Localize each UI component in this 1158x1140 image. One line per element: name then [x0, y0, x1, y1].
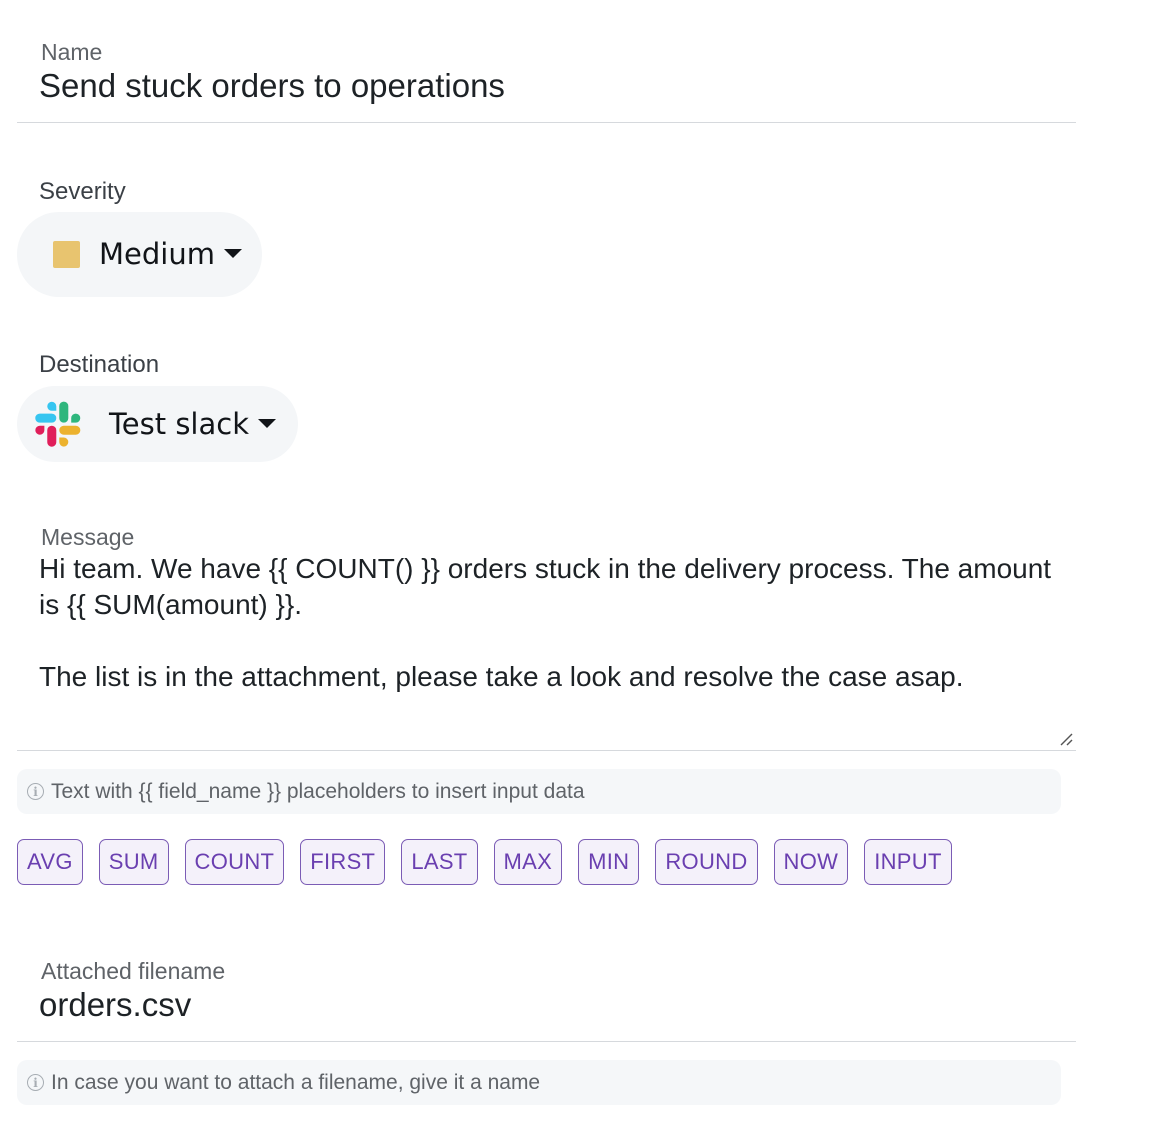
function-chip-count[interactable]: COUNT: [184, 839, 285, 885]
name-underline: [17, 122, 1076, 123]
attachment-label: Attached filename: [41, 958, 226, 984]
chevron-down-icon: [223, 249, 242, 258]
message-textarea[interactable]: Hi team. We have {{ COUNT() }} orders st…: [39, 551, 1059, 695]
attachment-hint-text: In case you want to attach a filename, g…: [51, 1070, 541, 1094]
severity-selected-label: Medium: [99, 237, 215, 271]
severity-dropdown[interactable]: Medium: [17, 212, 262, 297]
attachment-input[interactable]: orders.csv: [39, 988, 191, 1021]
info-icon: i: [27, 783, 44, 800]
message-hint: i Text with {{ field_name }} placeholder…: [17, 769, 1061, 814]
function-chip-avg[interactable]: AVG: [17, 839, 83, 885]
function-chip-list: AVG SUM COUNT FIRST LAST MAX MIN ROUND N…: [17, 839, 952, 885]
message-label: Message: [41, 524, 135, 550]
function-chip-round[interactable]: ROUND: [655, 839, 758, 885]
slack-icon: [35, 401, 81, 447]
function-chip-now[interactable]: NOW: [773, 839, 849, 885]
destination-selected-label: Test slack: [109, 406, 250, 441]
attachment-hint: i In case you want to attach a filename,…: [17, 1060, 1061, 1105]
function-chip-min[interactable]: MIN: [578, 839, 640, 885]
resize-handle-icon[interactable]: [1058, 731, 1074, 747]
destination-label: Destination: [39, 351, 160, 378]
chevron-down-icon: [258, 418, 277, 428]
severity-color-swatch: [53, 241, 80, 268]
function-chip-input[interactable]: INPUT: [864, 839, 952, 885]
message-hint-text: Text with {{ field_name }} placeholders …: [51, 779, 585, 803]
name-input[interactable]: Send stuck orders to operations: [39, 69, 505, 102]
function-chip-first[interactable]: FIRST: [300, 839, 386, 885]
function-chip-last[interactable]: LAST: [401, 839, 478, 885]
destination-dropdown[interactable]: Test slack: [17, 386, 298, 462]
attachment-underline: [17, 1041, 1076, 1042]
message-underline: [17, 750, 1076, 751]
name-label: Name: [41, 39, 103, 65]
function-chip-max[interactable]: MAX: [493, 839, 563, 885]
severity-label: Severity: [39, 178, 126, 205]
info-icon: i: [27, 1074, 44, 1091]
function-chip-sum[interactable]: SUM: [98, 839, 169, 885]
